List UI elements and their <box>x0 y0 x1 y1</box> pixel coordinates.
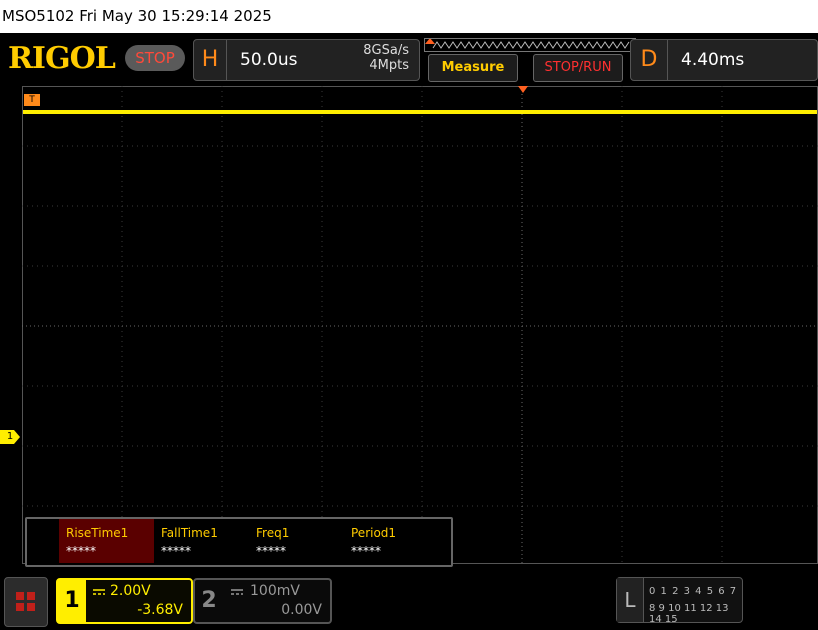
measurement-fall-time[interactable]: FallTime1 ***** <box>154 519 249 563</box>
logic-analyzer-label: L <box>617 578 644 622</box>
stop-run-button[interactable]: STOP/RUN <box>533 54 623 82</box>
measurement-frequency[interactable]: Freq1 ***** <box>249 519 344 563</box>
channel1-number: 1 <box>58 580 86 622</box>
memory-position-strip <box>424 38 636 52</box>
measurement-name: Period1 <box>351 526 397 540</box>
top-toolbar: RIGOL STOP H 50.0us 8GSa/s 4Mpts Measure… <box>0 33 818 85</box>
channel2-offset: 0.00V <box>281 602 322 618</box>
waveform-grid[interactable] <box>22 86 818 564</box>
measurement-value: ***** <box>351 544 381 558</box>
acquisition-info: 8GSa/s 4Mpts <box>363 43 409 73</box>
delay-value: 4.40ms <box>681 50 745 70</box>
horizontal-timebase-panel[interactable]: H 50.0us 8GSa/s 4Mpts <box>193 39 420 81</box>
measurement-name: FallTime1 <box>161 526 218 540</box>
measurement-name: Freq1 <box>256 526 290 540</box>
measurement-panel: RiseTime1 ***** FallTime1 ***** Freq1 **… <box>25 517 453 567</box>
device-datetime: MSO5102 Fri May 30 15:29:14 2025 <box>2 7 272 25</box>
dc-coupling-icon <box>231 589 243 595</box>
channel2-settings[interactable]: 2 100mV 0.00V <box>193 578 332 624</box>
grid-lines <box>22 86 818 564</box>
measurement-value: ***** <box>66 544 96 558</box>
measurement-period[interactable]: Period1 ***** <box>344 519 439 563</box>
channel1-ground-marker[interactable]: 1 <box>0 430 20 444</box>
channel1-settings[interactable]: 1 2.00V -3.68V <box>56 578 193 624</box>
measurement-value: ***** <box>256 544 286 558</box>
logic-analyzer-panel[interactable]: L 0 1 2 3 4 5 6 7 8 9 10 11 12 13 14 15 <box>616 577 743 625</box>
delay-label: D <box>631 40 668 80</box>
timebase-value: 50.0us <box>240 50 298 70</box>
center-axes <box>22 86 818 564</box>
digital-channels-row1: 0 1 2 3 4 5 6 7 <box>649 586 738 597</box>
measurement-name: RiseTime1 <box>66 526 129 540</box>
measurement-rise-time[interactable]: RiseTime1 ***** <box>59 519 154 563</box>
horizontal-label: H <box>194 40 227 80</box>
sample-rate: 8GSa/s <box>363 43 409 58</box>
delay-panel[interactable]: D 4.40ms <box>630 39 818 81</box>
title-bar: MSO5102 Fri May 30 15:29:14 2025 <box>0 0 818 33</box>
channel2-scale: 100mV <box>250 583 300 599</box>
trigger-time-marker[interactable] <box>518 86 528 93</box>
bottom-status-bar: 1 2.00V -3.68V 2 100mV 0.00V L 0 1 2 3 4… <box>0 570 818 630</box>
measure-button[interactable]: Measure <box>428 54 518 82</box>
memory-depth: 4Mpts <box>369 58 409 73</box>
rigol-logo: RIGOL <box>8 41 116 76</box>
channel1-scale: 2.00V <box>110 583 151 599</box>
main-menu-button[interactable] <box>4 577 48 627</box>
measurement-value: ***** <box>161 544 191 558</box>
channel2-number: 2 <box>201 588 217 613</box>
channel1-offset: -3.68V <box>137 602 183 618</box>
digital-channels-row2: 8 9 10 11 12 13 14 15 <box>649 603 729 625</box>
run-state-badge: STOP <box>125 45 185 71</box>
memory-overview-icon <box>432 41 630 49</box>
dc-coupling-icon <box>93 589 105 595</box>
trigger-level-marker[interactable]: T <box>24 94 40 106</box>
